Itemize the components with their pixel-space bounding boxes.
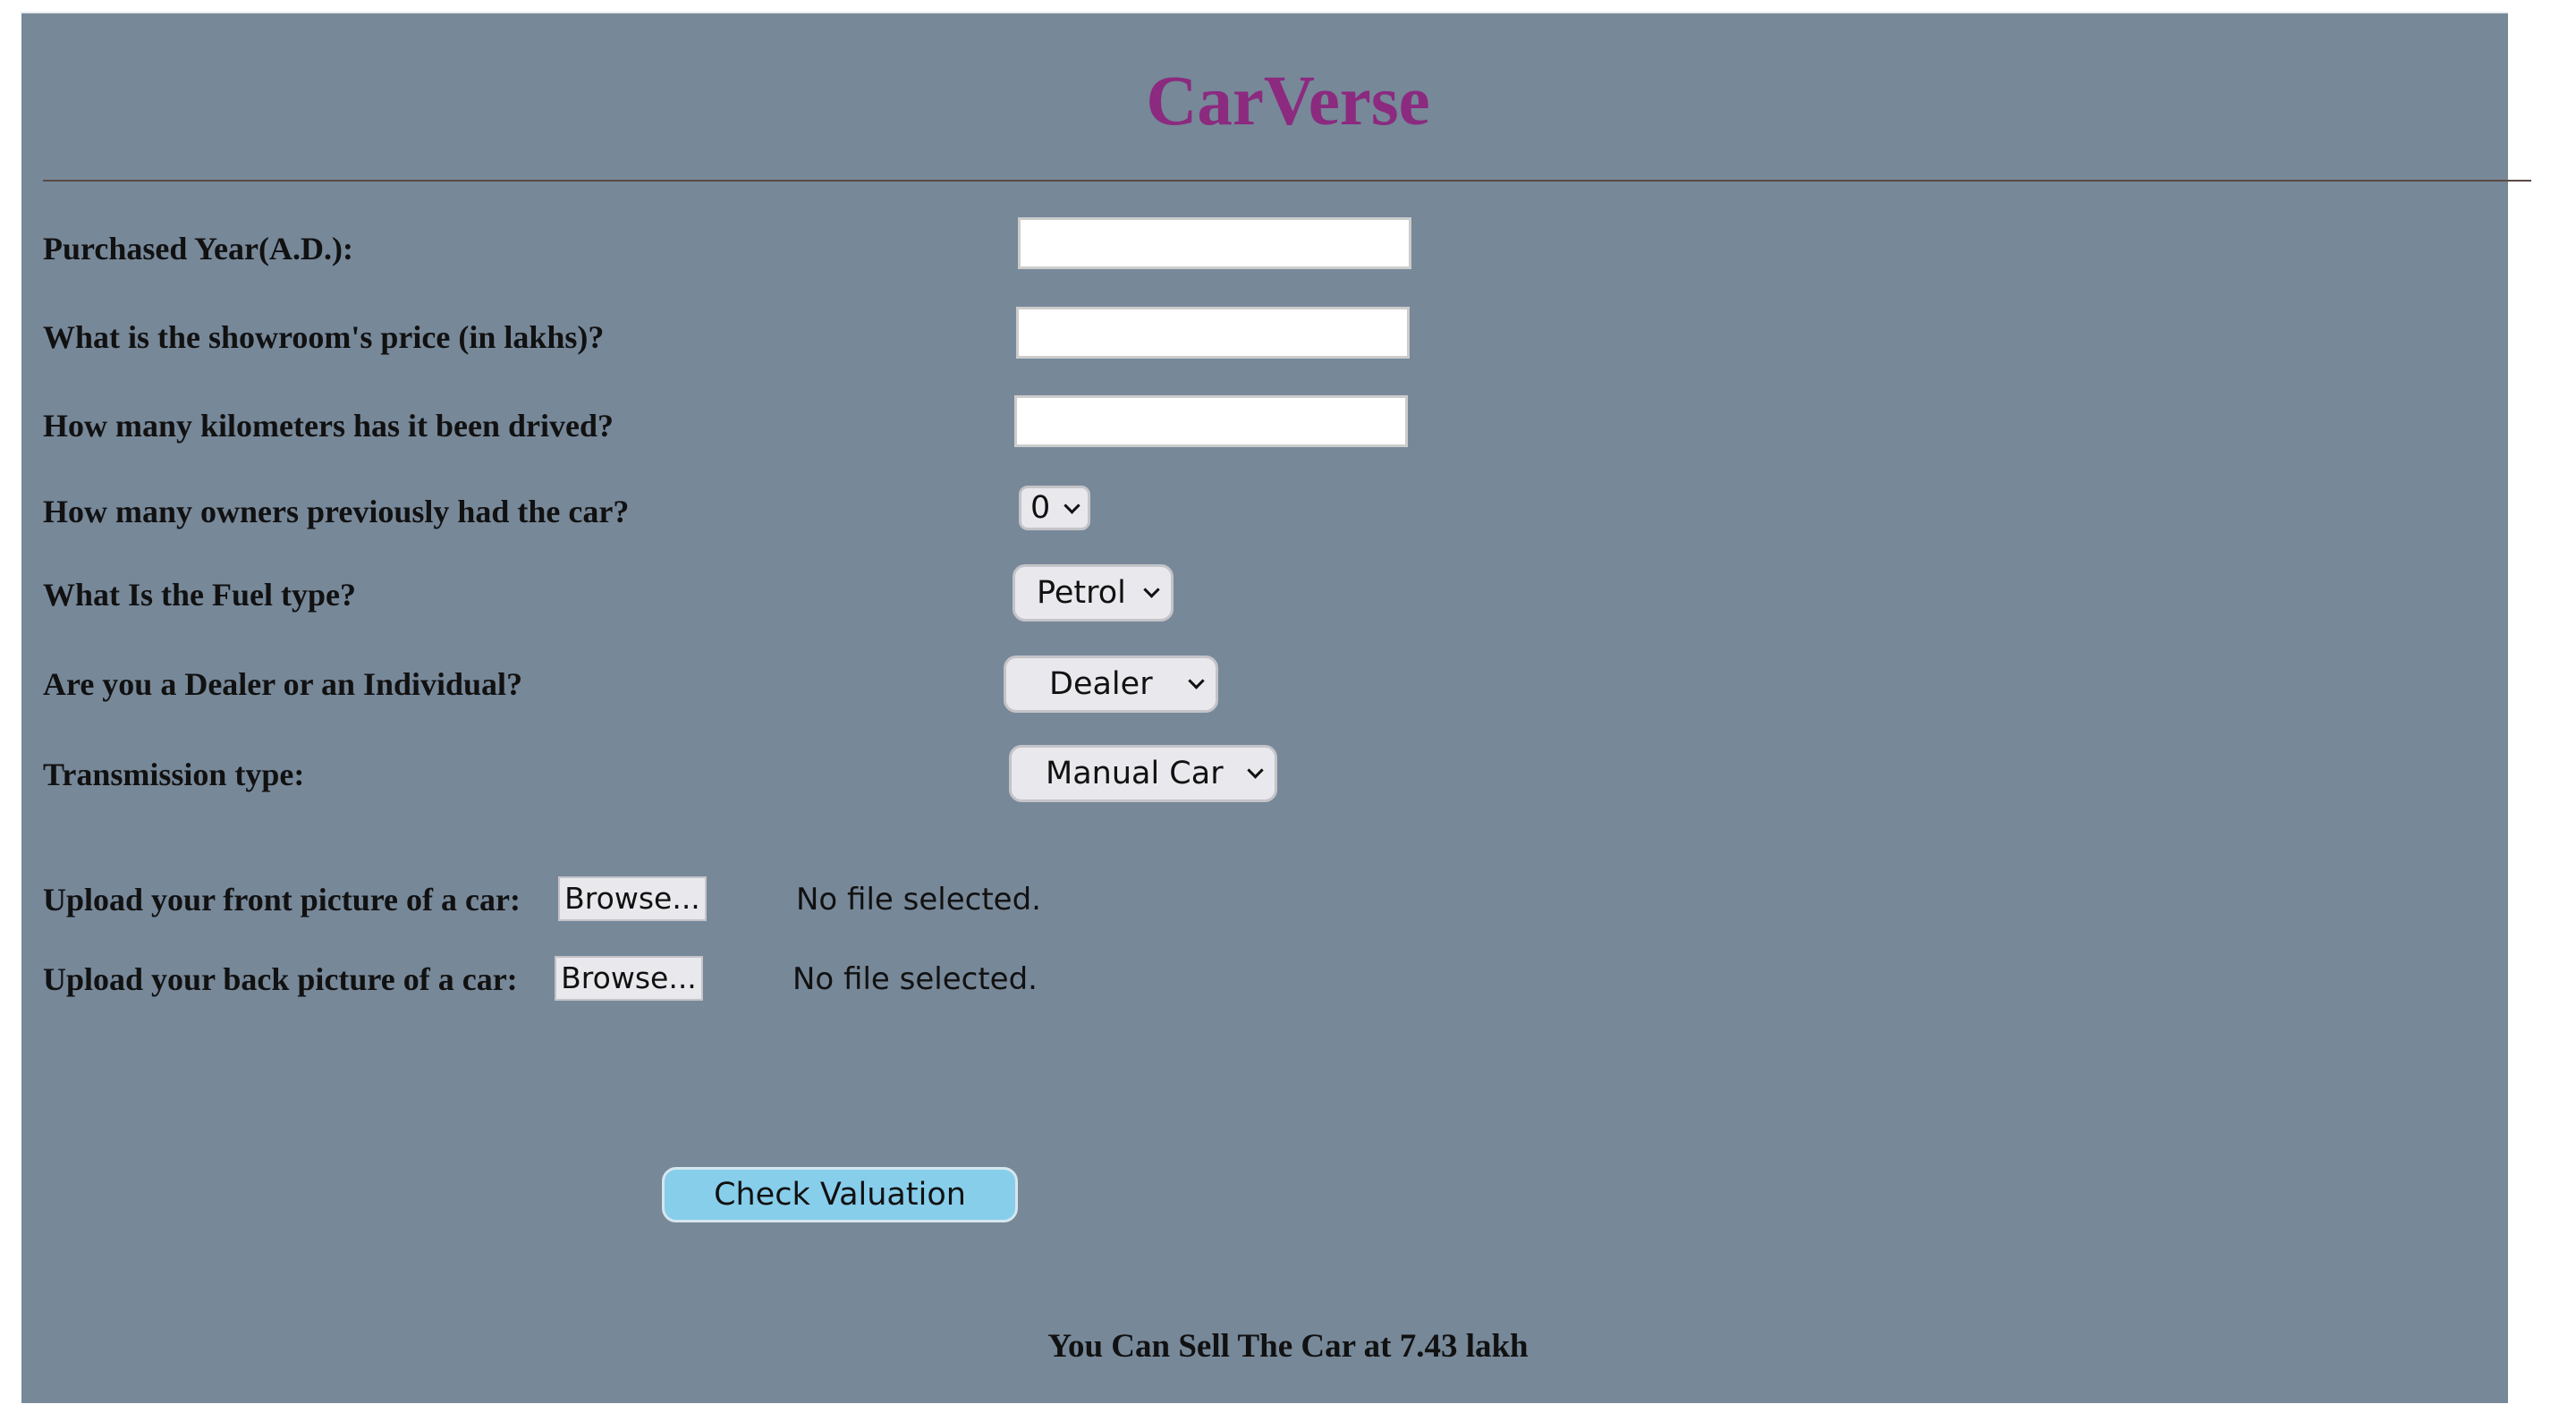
showroom-price-input[interactable]: [1016, 307, 1410, 359]
showroom-price-label: What is the showroom's price (in lakhs)?: [43, 319, 605, 355]
chevron-down-icon: [1247, 762, 1264, 779]
owners-label: How many owners previously had the car?: [43, 494, 630, 529]
kilometers-input[interactable]: [1014, 395, 1408, 447]
page-title: CarVerse: [1146, 63, 1430, 140]
chevron-down-icon: [1188, 672, 1205, 689]
fuel-type-select[interactable]: Petrol: [1013, 564, 1174, 622]
fuel-type-label: What Is the Fuel type?: [43, 577, 356, 613]
front-picture-browse-button[interactable]: Browse...: [558, 876, 707, 921]
back-picture-label: Upload your back picture of a car:: [43, 961, 518, 997]
chevron-down-icon: [1143, 581, 1160, 598]
front-picture-label: Upload your front picture of a car:: [43, 882, 521, 918]
chevron-down-icon: [1063, 497, 1080, 514]
back-picture-status: No file selected.: [792, 961, 1038, 997]
header-divider: [43, 180, 2531, 182]
front-picture-status: No file selected.: [796, 882, 1041, 918]
transmission-select[interactable]: Manual Car: [1009, 745, 1277, 802]
transmission-label: Transmission type:: [43, 757, 305, 792]
owners-selected-value: 0: [1030, 490, 1051, 526]
valuation-result: You Can Sell The Car at 7.43 lakh: [1047, 1328, 1529, 1365]
owners-select[interactable]: 0: [1019, 486, 1090, 530]
seller-type-selected-value: Dealer: [1049, 666, 1153, 702]
seller-type-label: Are you a Dealer or an Individual?: [43, 666, 523, 702]
purchased-year-input[interactable]: [1018, 217, 1411, 269]
back-picture-browse-button[interactable]: Browse...: [555, 956, 703, 1001]
transmission-selected-value: Manual Car: [1046, 756, 1224, 791]
fuel-type-selected-value: Petrol: [1037, 575, 1126, 611]
purchased-year-label: Purchased Year(A.D.):: [43, 231, 353, 266]
check-valuation-button[interactable]: Check Valuation: [662, 1167, 1018, 1222]
seller-type-select[interactable]: Dealer: [1004, 655, 1218, 713]
kilometers-label: How many kilometers has it been drived?: [43, 408, 614, 444]
